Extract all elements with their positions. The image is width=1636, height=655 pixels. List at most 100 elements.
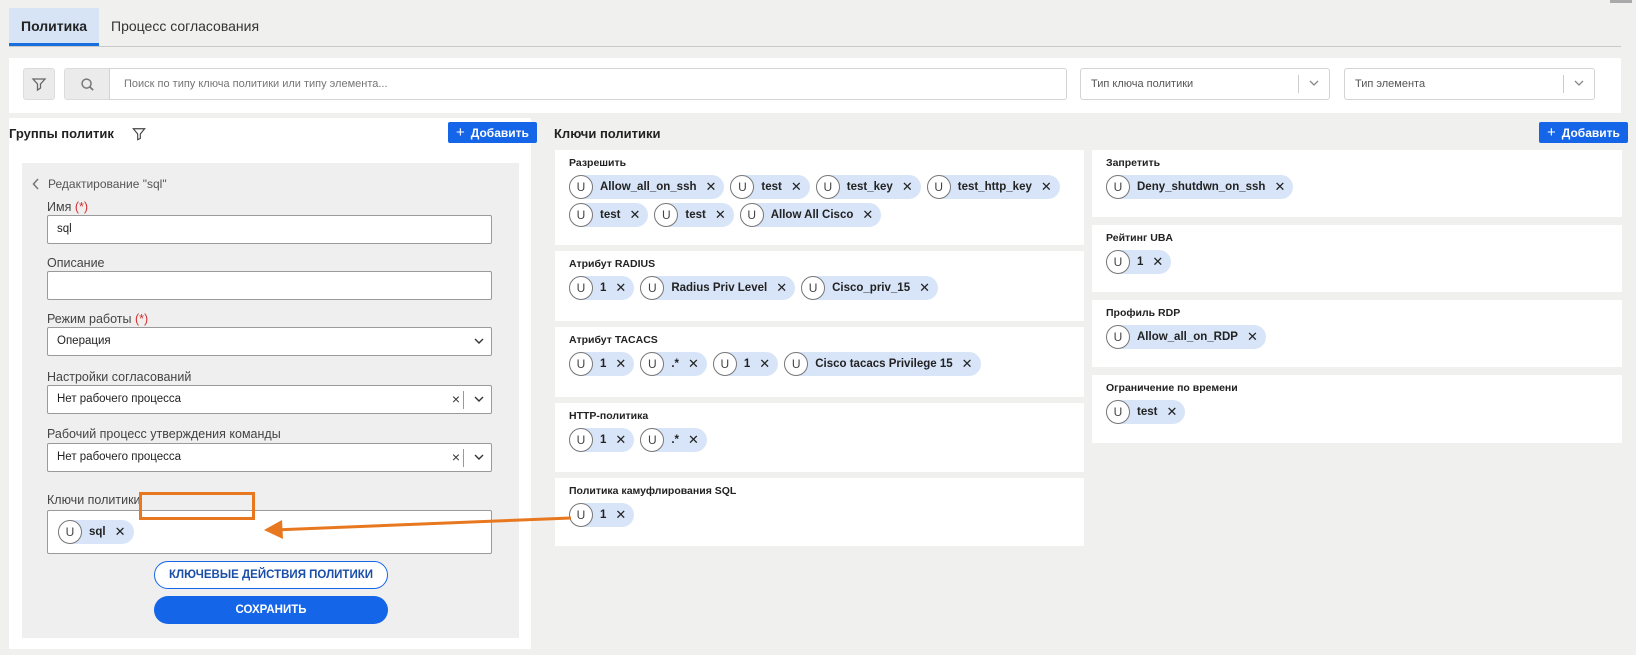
mode-label-text: Режим работы	[47, 312, 132, 326]
add-key-button[interactable]: + Добавить	[1539, 122, 1628, 143]
tab-policy[interactable]: Политика	[9, 8, 100, 46]
policy-key-card-title: Запретить	[1106, 157, 1161, 169]
clear-icon[interactable]: ×	[452, 444, 460, 471]
user-type-badge: U	[784, 352, 809, 376]
tab-bar: Политика Процесс согласования	[9, 8, 1621, 47]
policy-key-chip[interactable]: U Deny_shutdwn_on_ssh ✕	[1106, 175, 1294, 199]
policy-keys-title: Ключи политики	[554, 126, 661, 141]
policy-key-chip[interactable]: Utest ✕	[569, 203, 649, 227]
description-label: Описание	[47, 256, 105, 270]
required-mark: (*)	[74, 200, 89, 214]
element-type-select[interactable]: Тип элемента	[1344, 68, 1595, 100]
description-field[interactable]	[47, 271, 492, 300]
clear-icon[interactable]: ×	[452, 386, 460, 413]
command-approval-value: Нет рабочего процесса	[57, 451, 181, 463]
filter-toggle-button[interactable]	[23, 68, 55, 100]
policy-key-card-title: Профиль RDP	[1106, 307, 1181, 319]
user-type-badge: U	[712, 352, 737, 376]
policy-key-card: Атрибут RADIUS U 1 ✕ U Radius Priv Level ✕ U Cis…	[555, 251, 1084, 321]
mode-select[interactable]: Операция	[47, 327, 492, 356]
user-type-badge: U	[569, 203, 593, 227]
search-icon-box	[64, 68, 110, 100]
policy-key-chip[interactable]: U 1 ✕	[569, 503, 635, 527]
approval-settings-select[interactable]: Нет рабочего процесса ×	[47, 385, 492, 414]
policy-key-chip-list: U Allow_all_on_ssh ✕ Utest ✕ Utest_key ✕ Utest_…	[569, 175, 1070, 231]
add-group-button[interactable]: + Добавить	[448, 122, 537, 143]
policy-key-chip[interactable]: Utest ✕	[730, 175, 810, 199]
key-type-select[interactable]: Тип ключа политики	[1080, 68, 1330, 100]
policy-key-chip-list: U 1 ✕ U .* ✕ U 1 ✕ U Cisco tacacs Privilege 15 ✕	[569, 352, 1070, 380]
element-type-select-label: Тип элемента	[1355, 78, 1426, 90]
policy-key-chip[interactable]: Utest_http_key ✕	[926, 175, 1060, 199]
approval-settings-label: Настройки согласований	[47, 370, 192, 384]
user-type-badge: U	[1106, 400, 1130, 424]
policy-key-card: HTTP-политика U 1 ✕ U .* ✕	[555, 403, 1084, 472]
divider	[1563, 75, 1564, 93]
policy-key-chip[interactable]: U sql ✕	[58, 520, 134, 544]
key-type-select-label: Тип ключа политики	[1091, 78, 1194, 90]
user-type-badge: U	[739, 203, 764, 227]
window-control	[1610, 0, 1632, 3]
policy-key-chip[interactable]: U Allow_all_on_ssh ✕	[569, 175, 725, 199]
user-type-badge: U	[58, 520, 82, 544]
user-type-badge: U	[640, 276, 665, 300]
tab-approval-process[interactable]: Процесс согласования	[99, 8, 271, 46]
user-type-badge: U	[640, 352, 665, 376]
policy-keys-field[interactable]: U sql ✕	[47, 510, 492, 554]
plus-icon: +	[1547, 124, 1556, 141]
search-icon	[80, 77, 94, 91]
chevron-down-icon	[1573, 70, 1585, 110]
policy-key-chip-list: U 1 ✕ U .* ✕	[569, 428, 1070, 456]
user-type-badge: U	[654, 203, 679, 227]
user-type-badge: U	[1106, 250, 1130, 274]
policy-key-chip[interactable]: U Cisco tacacs Privilege 15 ✕	[784, 352, 981, 376]
policy-key-chip-list: U 1 ✕	[569, 503, 1070, 531]
policy-key-card: Запретить U Deny_shutdwn_on_ssh ✕	[1092, 150, 1622, 217]
policy-key-chip[interactable]: U 1 ✕	[1106, 250, 1172, 274]
policy-key-chip[interactable]: U 1 ✕	[569, 352, 635, 376]
chip-label: sql	[89, 526, 106, 538]
filter-icon[interactable]	[131, 127, 146, 141]
policy-key-actions-button[interactable]: КЛЮЧЕВЫЕ ДЕЙСТВИЯ ПОЛИТИКИ	[154, 561, 388, 589]
form-header: Редактирование "sql"	[32, 177, 167, 191]
name-value: sql	[57, 223, 72, 235]
remove-chip-icon[interactable]: ✕	[115, 524, 126, 540]
chevron-left-icon[interactable]	[32, 178, 40, 190]
policy-key-chip[interactable]: Utest ✕	[654, 203, 734, 227]
policy-key-chip[interactable]: U Allow All Cisco ✕	[739, 203, 882, 227]
policy-key-chip[interactable]: U 1 ✕	[569, 428, 635, 452]
search-input[interactable]	[109, 68, 1067, 100]
name-field[interactable]: sql	[47, 215, 492, 244]
policy-keys-label: Ключи политики	[47, 493, 141, 507]
policy-key-chip-list: U 1 ✕ U Radius Priv Level ✕ U Cisco_priv_15 ✕	[569, 276, 1070, 304]
policy-key-chip[interactable]: U Radius Priv Level ✕	[640, 276, 796, 300]
policy-key-chip[interactable]: U 1 ✕	[712, 352, 779, 376]
policy-key-chip[interactable]: U Cisco_priv_15 ✕	[801, 276, 938, 300]
form-title: Редактирование "sql"	[48, 177, 167, 191]
user-type-badge: U	[801, 276, 826, 300]
policy-key-chip-list: Utest ✕	[1106, 400, 1608, 428]
policy-key-card-title: Ограничение по времени	[1106, 382, 1238, 394]
command-approval-select[interactable]: Нет рабочего процесса ×	[47, 443, 492, 472]
policy-key-chip-list: U Deny_shutdwn_on_ssh ✕	[1106, 175, 1608, 203]
chevron-down-icon	[473, 328, 485, 366]
policy-key-chip[interactable]: U 1 ✕	[569, 276, 635, 300]
policy-key-chip[interactable]: Utest_key ✕	[815, 175, 921, 199]
name-label: Имя (*)	[47, 200, 88, 214]
policy-key-card: Рейтинг UBA U 1 ✕	[1092, 225, 1622, 292]
policy-key-chip[interactable]: U .* ✕	[640, 352, 707, 376]
user-type-badge: U	[1106, 325, 1130, 349]
policy-key-chip[interactable]: Utest ✕	[1106, 400, 1186, 424]
policy-key-card-title: HTTP-политика	[569, 410, 649, 422]
policy-key-card: Атрибут TACACS U 1 ✕ U .* ✕ U 1 ✕ U Cisco tacacs Pr…	[555, 327, 1084, 397]
chevron-down-icon	[1308, 70, 1320, 110]
user-type-badge: U	[569, 276, 593, 300]
policy-key-chip[interactable]: U Allow_all_on_RDP ✕	[1106, 325, 1266, 349]
add-group-label: Добавить	[470, 125, 529, 140]
save-button[interactable]: СОХРАНИТЬ	[154, 596, 388, 624]
user-type-badge: U	[1106, 175, 1130, 199]
policy-key-chip[interactable]: U .* ✕	[640, 428, 707, 452]
policy-key-card-title: Политика камуфлирования SQL	[569, 485, 737, 497]
chevron-down-icon	[473, 444, 485, 482]
policy-keys-chips: U sql ✕	[58, 520, 140, 548]
